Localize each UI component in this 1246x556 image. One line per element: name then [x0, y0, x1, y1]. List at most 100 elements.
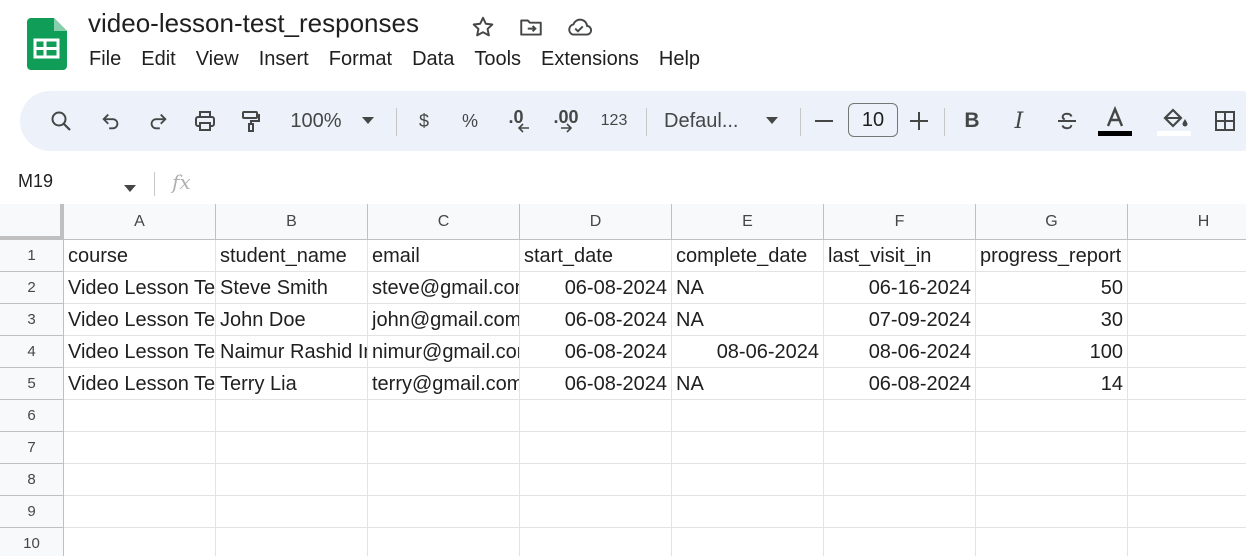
empty-cell[interactable]	[824, 496, 976, 528]
empty-cell[interactable]	[976, 528, 1128, 556]
cell-f5[interactable]: 06-08-2024	[824, 368, 976, 400]
cell-e3[interactable]: NA	[672, 304, 824, 336]
cell-a1[interactable]: course	[64, 240, 216, 272]
empty-cell[interactable]	[672, 432, 824, 464]
empty-cell[interactable]	[368, 400, 520, 432]
empty-cell[interactable]	[1128, 464, 1246, 496]
empty-cell[interactable]	[520, 432, 672, 464]
cell-b4[interactable]: Naimur Rashid Imon	[216, 336, 368, 368]
column-header-a[interactable]: A	[64, 204, 216, 240]
cell-c5[interactable]: terry@gmail.com	[368, 368, 520, 400]
cell-f1[interactable]: last_visit_in	[824, 240, 976, 272]
empty-cell[interactable]	[520, 528, 672, 556]
empty-cell[interactable]	[216, 400, 368, 432]
cell-h3[interactable]	[1128, 304, 1246, 336]
column-header-e[interactable]: E	[672, 204, 824, 240]
cell-h5[interactable]	[1128, 368, 1246, 400]
cell-e4[interactable]: 08-06-2024	[672, 336, 824, 368]
empty-cell[interactable]	[216, 432, 368, 464]
column-header-d[interactable]: D	[520, 204, 672, 240]
empty-cell[interactable]	[216, 464, 368, 496]
cloud-saved-icon[interactable]	[565, 14, 593, 40]
cell-f4[interactable]: 08-06-2024	[824, 336, 976, 368]
menu-extensions[interactable]: Extensions	[531, 46, 649, 76]
cell-c1[interactable]: email	[368, 240, 520, 272]
column-header-b[interactable]: B	[216, 204, 368, 240]
cell-g1[interactable]: progress_report	[976, 240, 1128, 272]
cell-d2[interactable]: 06-08-2024	[520, 272, 672, 304]
cell-d3[interactable]: 06-08-2024	[520, 304, 672, 336]
cell-c2[interactable]: steve@gmail.com	[368, 272, 520, 304]
menu-help[interactable]: Help	[649, 46, 710, 76]
empty-cell[interactable]	[64, 528, 216, 556]
empty-cell[interactable]	[64, 464, 216, 496]
cell-e1[interactable]: complete_date	[672, 240, 824, 272]
empty-cell[interactable]	[368, 528, 520, 556]
paint-format-icon[interactable]	[236, 91, 266, 151]
empty-cell[interactable]	[64, 400, 216, 432]
undo-icon[interactable]	[97, 91, 125, 151]
cell-b5[interactable]: Terry Lia	[216, 368, 368, 400]
row-header-8[interactable]: 8	[0, 464, 64, 496]
menu-file[interactable]: File	[79, 46, 131, 76]
empty-cell[interactable]	[824, 400, 976, 432]
row-header-5[interactable]: 5	[0, 368, 64, 400]
row-header-9[interactable]: 9	[0, 496, 64, 528]
fill-color-button[interactable]	[1156, 91, 1192, 151]
column-header-h[interactable]: H	[1128, 204, 1246, 240]
search-menus-icon[interactable]	[46, 91, 76, 151]
column-header-c[interactable]: C	[368, 204, 520, 240]
empty-cell[interactable]	[216, 528, 368, 556]
empty-cell[interactable]	[368, 432, 520, 464]
cell-g3[interactable]: 30	[976, 304, 1128, 336]
empty-cell[interactable]	[368, 496, 520, 528]
cell-h2[interactable]	[1128, 272, 1246, 304]
menu-data[interactable]: Data	[402, 46, 464, 76]
row-header-1[interactable]: 1	[0, 240, 64, 272]
empty-cell[interactable]	[1128, 528, 1246, 556]
cell-g4[interactable]: 100	[976, 336, 1128, 368]
cell-c4[interactable]: nimur@gmail.com	[368, 336, 520, 368]
empty-cell[interactable]	[824, 528, 976, 556]
cell-a4[interactable]: Video Lesson Test	[64, 336, 216, 368]
increase-decimal-button[interactable]: .00	[548, 91, 584, 151]
cell-h1[interactable]	[1128, 240, 1246, 272]
cell-b3[interactable]: John Doe	[216, 304, 368, 336]
document-title[interactable]: video-lesson-test_responses	[88, 8, 419, 39]
empty-cell[interactable]	[672, 400, 824, 432]
empty-cell[interactable]	[1128, 496, 1246, 528]
empty-cell[interactable]	[368, 464, 520, 496]
increase-font-size-icon[interactable]	[907, 91, 931, 151]
more-formats-button[interactable]: 123	[596, 91, 632, 151]
print-icon[interactable]	[190, 91, 220, 151]
row-header-7[interactable]: 7	[0, 432, 64, 464]
bold-button[interactable]: B	[959, 91, 985, 151]
currency-format-button[interactable]: $	[412, 91, 436, 151]
empty-cell[interactable]	[520, 496, 672, 528]
empty-cell[interactable]	[976, 464, 1128, 496]
row-header-4[interactable]: 4	[0, 336, 64, 368]
star-icon[interactable]	[470, 14, 496, 40]
zoom-select[interactable]: 100%	[284, 91, 348, 151]
menu-tools[interactable]: Tools	[464, 46, 531, 76]
move-to-folder-icon[interactable]	[518, 14, 544, 40]
empty-cell[interactable]	[64, 432, 216, 464]
cell-e2[interactable]: NA	[672, 272, 824, 304]
empty-cell[interactable]	[976, 432, 1128, 464]
empty-cell[interactable]	[216, 496, 368, 528]
empty-cell[interactable]	[520, 464, 672, 496]
empty-cell[interactable]	[1128, 432, 1246, 464]
text-color-button[interactable]	[1097, 91, 1133, 151]
menu-view[interactable]: View	[186, 46, 249, 76]
empty-cell[interactable]	[976, 496, 1128, 528]
cell-e5[interactable]: NA	[672, 368, 824, 400]
cell-h4[interactable]	[1128, 336, 1246, 368]
cell-g2[interactable]: 50	[976, 272, 1128, 304]
redo-icon[interactable]	[144, 91, 172, 151]
cell-a3[interactable]: Video Lesson Test	[64, 304, 216, 336]
menu-format[interactable]: Format	[319, 46, 402, 76]
name-box-dropdown-icon[interactable]	[124, 180, 136, 198]
font-size-input[interactable]: 10	[848, 103, 898, 137]
borders-icon[interactable]	[1210, 91, 1240, 151]
cell-d5[interactable]: 06-08-2024	[520, 368, 672, 400]
